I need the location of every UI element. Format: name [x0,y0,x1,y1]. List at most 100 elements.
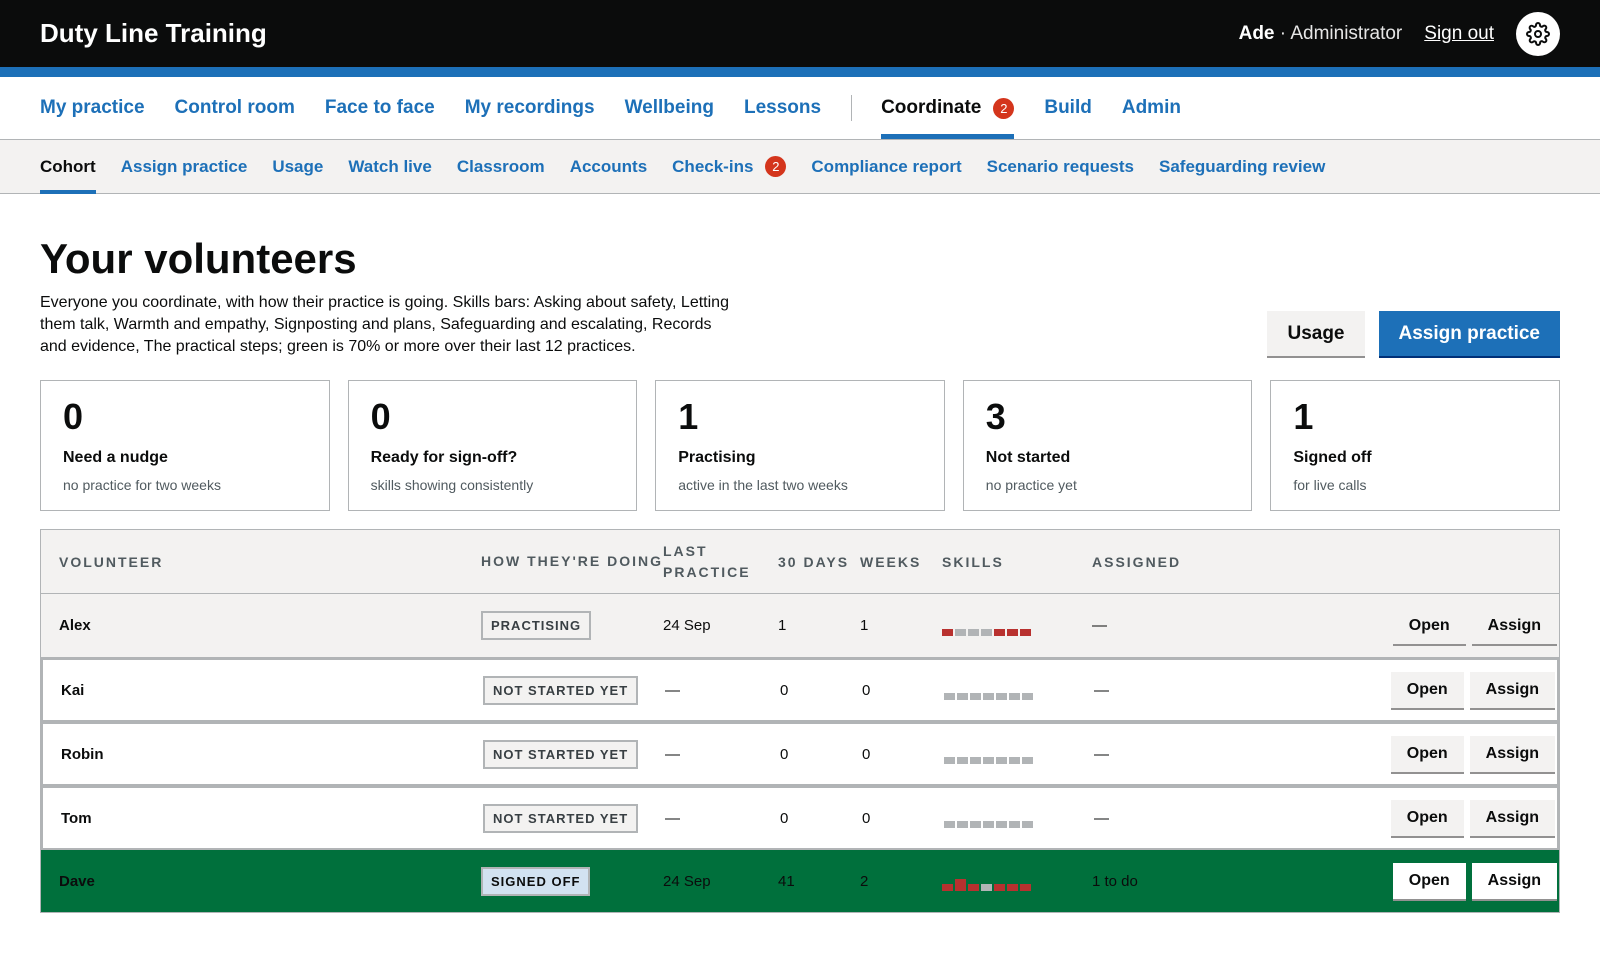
days-30-count: 0 [780,809,789,827]
assigned-value: — [1094,809,1109,827]
skill-bar [996,693,1007,701]
skill-bar [1022,821,1033,829]
status-badge: NOT STARTED YET [483,803,639,833]
volunteer-name: Kai [61,681,85,699]
subnav-usage[interactable]: Usage [272,140,323,193]
nav-control-room[interactable]: Control room [175,77,295,139]
skills-cell [942,871,1092,892]
status-cell: NOT STARTED YET [483,739,665,769]
weeks-count: 1 [860,617,869,635]
table-row: Alex PRACTISING 24 Sep 1 1 — Open Assign [41,594,1559,659]
skill-bar [1009,693,1020,701]
assign-button[interactable]: Assign [1469,800,1555,837]
subnav-cohort[interactable]: Cohort [40,140,96,194]
open-button[interactable]: Open [1392,607,1466,644]
last-practice: 24 Sep [663,617,711,635]
open-button[interactable]: Open [1390,800,1464,837]
skill-bar [983,693,994,701]
stat-card-need-nudge[interactable]: 0 Need a nudge no practice for two weeks [40,380,330,512]
last-practice: 24 Sep [663,872,711,890]
assign-button[interactable]: Assign [1471,607,1557,644]
skills-bars [944,808,1094,829]
heading-text: Your volunteers Everyone you coordinate,… [40,235,730,358]
weeks-count: 0 [862,745,871,763]
nav-wellbeing[interactable]: Wellbeing [625,77,714,139]
subnav-accounts[interactable]: Accounts [570,140,647,193]
top-header: Duty Line Training Ade · Administrator S… [0,0,1600,67]
assign-button[interactable]: Assign [1471,863,1557,900]
subnav-classroom[interactable]: Classroom [457,140,545,193]
stat-description: no practice yet [985,477,1077,494]
skill-bar [1020,884,1031,892]
volunteers-table: Volunteer How they're doing Last practic… [40,529,1560,914]
skills-cell [942,616,1092,636]
days-30-count: 0 [780,681,789,699]
header-30-days: 30 days [778,553,850,570]
skill-bar [1020,628,1031,636]
stat-number: 1 [1293,396,1314,438]
skill-bar [981,628,992,636]
stat-number: 1 [678,396,699,438]
assigned-value: — [1094,681,1109,699]
nav-coordinate[interactable]: Coordinate 2 [881,77,1015,139]
subnav-safeguarding-review[interactable]: Safeguarding review [1159,140,1325,193]
stat-card-signed-off[interactable]: 1 Signed off for live calls [1270,380,1560,512]
open-button[interactable]: Open [1392,863,1466,900]
skill-bar [942,628,953,636]
status-cell: NOT STARTED YET [483,675,665,705]
nav-my-recordings[interactable]: My recordings [465,77,595,139]
usage-button[interactable]: Usage [1267,311,1365,357]
table-header: Volunteer How they're doing Last practic… [41,530,1559,595]
open-button[interactable]: Open [1390,736,1464,773]
skills-bars [942,616,1092,636]
open-button[interactable]: Open [1390,672,1464,709]
subnav-compliance-report[interactable]: Compliance report [811,140,961,193]
assigned-value: — [1092,617,1107,635]
stat-label: Not started [985,449,1071,467]
skill-bar [955,628,966,636]
last-practice: — [665,681,680,699]
page-heading: Your volunteers Everyone you coordinate,… [40,235,1560,358]
subnav-check-ins-label: Check-ins [672,156,754,176]
gear-icon [1526,21,1550,46]
skill-bar [1007,884,1018,892]
primary-nav: My practice Control room Face to face My… [0,77,1600,140]
subnav-check-ins[interactable]: Check-ins 2 [672,140,787,193]
skill-bar [957,693,968,701]
skill-bar [944,821,955,829]
stat-card-practising[interactable]: 1 Practising active in the last two week… [655,380,945,512]
nav-lessons[interactable]: Lessons [744,77,821,139]
subnav-watch-live[interactable]: Watch live [348,140,431,193]
nav-my-practice[interactable]: My practice [40,77,145,139]
row-actions: Open Assign [1294,800,1557,837]
skill-bar [970,821,981,829]
table-row: Kai NOT STARTED YET — 0 0 — Open Assign [41,658,1559,723]
assign-practice-button[interactable]: Assign practice [1378,311,1560,357]
subnav-scenario-requests[interactable]: Scenario requests [987,140,1134,193]
user-area: Ade · Administrator Sign out [1239,11,1560,56]
nav-divider [851,95,853,121]
weeks-count: 2 [860,872,869,890]
coordinate-count-badge: 2 [993,97,1015,119]
stat-card-ready-sign-off[interactable]: 0 Ready for sign-off? skills showing con… [347,380,638,512]
stat-label: Need a nudge [63,449,168,467]
skill-bar [1022,693,1033,701]
nav-face-to-face[interactable]: Face to face [325,77,435,139]
secondary-nav: Cohort Assign practice Usage Watch live … [0,140,1600,194]
assign-button[interactable]: Assign [1469,672,1555,709]
days-30-count: 0 [780,745,789,763]
subnav-assign-practice[interactable]: Assign practice [121,140,248,193]
days-30-count: 1 [778,617,787,635]
stat-label: Practising [678,449,756,467]
table-row: Robin NOT STARTED YET — 0 0 — Open Assign [41,722,1559,787]
skill-bar [1009,757,1020,765]
stat-card-not-started[interactable]: 3 Not started no practice yet [962,380,1253,512]
skills-bars [944,680,1094,701]
last-practice: — [665,745,680,763]
nav-build[interactable]: Build [1044,77,1092,139]
assign-button[interactable]: Assign [1469,736,1555,773]
nav-admin[interactable]: Admin [1122,77,1181,139]
settings-button[interactable] [1516,11,1560,56]
skill-bar [1022,757,1033,765]
sign-out-link[interactable]: Sign out [1424,23,1494,45]
